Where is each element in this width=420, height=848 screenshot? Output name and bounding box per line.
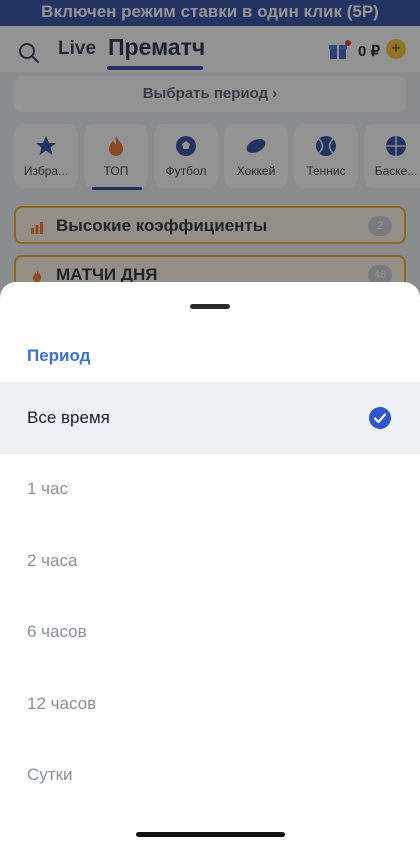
period-option-label: 2 часа xyxy=(27,551,78,570)
period-option-label: 1 час xyxy=(27,479,68,498)
sheet-drag-handle[interactable] xyxy=(190,304,230,309)
home-indicator[interactable] xyxy=(136,832,285,837)
period-option-day[interactable]: Сутки xyxy=(0,739,420,811)
period-option-label: Сутки xyxy=(27,765,73,784)
period-option-12-hours[interactable]: 12 часов xyxy=(0,668,420,740)
sheet-title: Период xyxy=(27,346,91,365)
period-option-label: Все время xyxy=(27,408,110,427)
period-option-2-hours[interactable]: 2 часа xyxy=(0,525,420,597)
period-option-label: 12 часов xyxy=(27,694,97,713)
period-option-6-hours[interactable]: 6 часов xyxy=(0,596,420,668)
period-option-label: 6 часов xyxy=(27,622,87,641)
period-bottom-sheet: Период Все время 1 час 2 часа 6 часов 12… xyxy=(0,282,420,848)
period-option-1-hour[interactable]: 1 час xyxy=(0,453,420,525)
period-option-all-time[interactable]: Все время xyxy=(0,382,420,454)
checkmark-icon xyxy=(369,407,391,429)
